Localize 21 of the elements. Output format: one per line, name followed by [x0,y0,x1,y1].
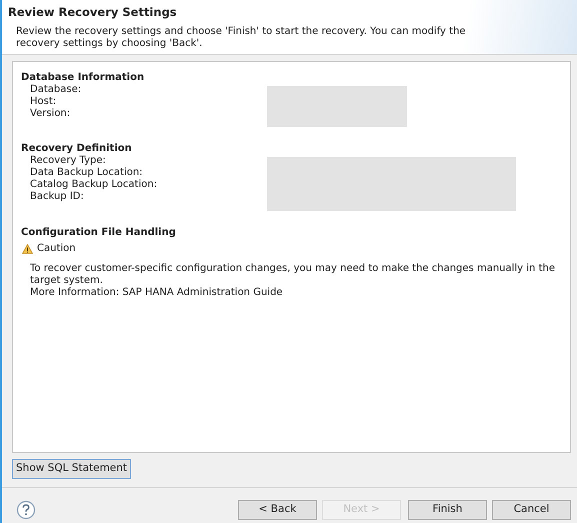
field-label: Database: [30,84,82,96]
field-label: Backup ID: [30,190,85,203]
page-description: Review the recovery settings and choose 'Finish' to start the recovery. You can modify the recovery settings by choosing 'Back'. [15,26,467,50]
field-label: Version: [30,108,72,120]
caution-label: Caution [37,242,76,255]
notice-text: More Information: SAP HANA Administration Guide [30,286,284,299]
section-heading: Database Information [21,72,146,84]
page-title: Review Recovery Settings [8,6,178,20]
wizard-button[interactable]: Finish [408,500,487,520]
field-label: Catalog Backup Location: [30,178,158,191]
help-icon[interactable] [16,500,36,520]
section-heading: Recovery Definition [21,142,133,155]
wizard-button[interactable]: < Back [238,500,317,520]
wizard-button[interactable]: Cancel [492,500,571,520]
warning-icon [22,244,33,254]
notice-text: To recover customer-specific configuration changes, you may need to make the changes manually in the target system. [30,262,556,287]
field-label: Host: [30,96,58,108]
show-sql-button[interactable]: Show SQL Statement [12,458,132,479]
field-label: Data Backup Location: [30,166,144,179]
section-heading: Configuration File Handling [21,226,177,239]
field-label: Recovery Type: [30,154,107,167]
